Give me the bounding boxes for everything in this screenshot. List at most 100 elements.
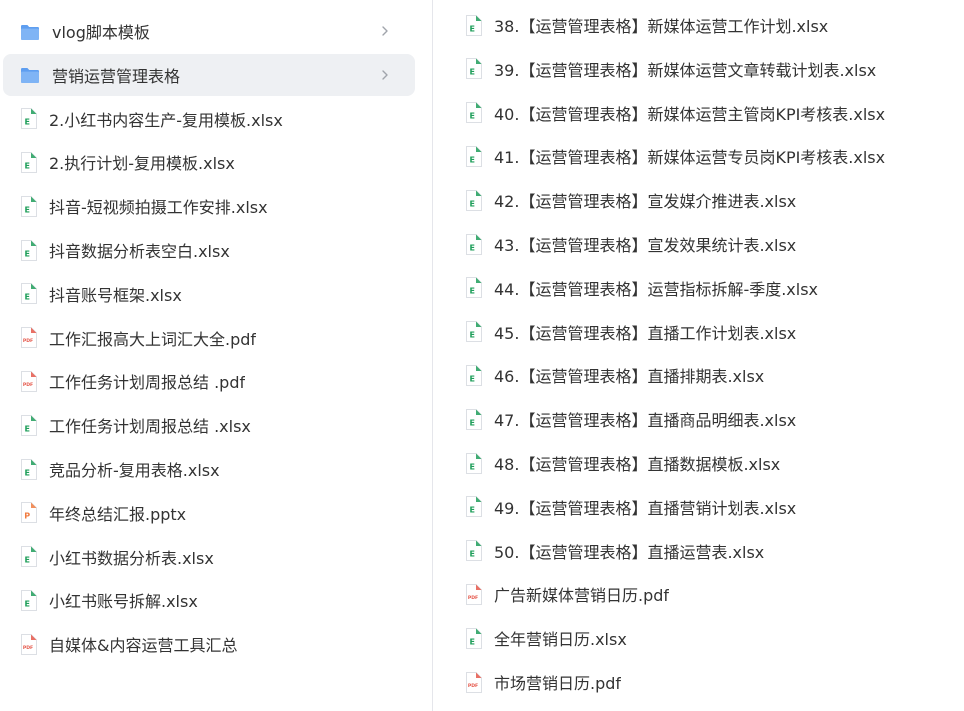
folder-item[interactable]: 营销运营管理表格 [3,53,415,96]
svg-text:PDF: PDF [23,645,33,651]
svg-text:E: E [24,556,29,565]
svg-text:E: E [24,249,29,258]
item-name: 市场营销日历.pdf [494,674,622,693]
item-name: 41.【运营管理表格】新媒体运营专员岗KPI考核表.xlsx [494,148,886,168]
item-name: 小红书数据分析表.xlsx [49,548,214,568]
xlsx-file-icon: E [465,627,482,649]
svg-text:E: E [24,599,29,608]
file-item[interactable]: E 49.【运营管理表格】直播营销计划表.xlsx [433,486,964,528]
svg-text:E: E [469,24,474,33]
pdf-file-icon: PDF [465,583,482,605]
item-name: 年终总结汇报.pptx [49,504,187,524]
file-item[interactable]: E 全年营销日历.xlsx [433,617,964,659]
svg-text:E: E [24,293,29,302]
file-item[interactable]: PDF 广告新媒体营销日历.pdf [433,573,964,615]
xlsx-file-icon: E [465,452,482,474]
file-item[interactable]: PDF 工作汇报高大上词汇大全.pdf [3,317,415,359]
file-item[interactable]: E 竞品分析-复用表格.xlsx [3,448,415,490]
folder-item[interactable]: vlog脚本模板 [3,10,415,52]
svg-text:E: E [469,331,474,340]
item-name: 2.小红书内容生产-复用模板.xlsx [49,110,283,130]
file-item[interactable]: E 41.【运营管理表格】新媒体运营专员岗KPI考核表.xlsx [433,135,964,177]
xlsx-file-icon: E [465,189,482,211]
xlsx-file-icon: E [465,145,482,167]
file-item[interactable]: E 2.执行计划-复用模板.xlsx [3,141,415,183]
file-item[interactable]: E 抖音-短视频拍摄工作安排.xlsx [3,185,415,227]
xlsx-file-icon: E [20,108,37,130]
item-name: 38.【运营管理表格】新媒体运营工作计划.xlsx [494,17,829,36]
svg-text:E: E [24,118,29,127]
svg-text:E: E [469,68,474,77]
xlsx-file-icon: E [465,408,482,430]
svg-text:PDF: PDF [23,382,33,388]
file-item[interactable]: E 39.【运营管理表格】新媒体运营文章转载计划表.xlsx [433,48,964,90]
svg-text:E: E [24,205,29,214]
file-item[interactable]: PDF 自媒体&内容运营工具汇总 [3,623,415,665]
svg-text:E: E [24,161,29,170]
chevron-right-icon[interactable] [379,23,391,37]
svg-text:PDF: PDF [468,683,478,689]
file-item[interactable]: E 46.【运营管理表格】直播排期表.xlsx [433,354,964,396]
item-name: 抖音-短视频拍摄工作安排.xlsx [49,198,268,218]
file-item[interactable]: E 2.小红书内容生产-复用模板.xlsx [3,98,415,140]
item-name: 48.【运营管理表格】直播数据模板.xlsx [494,455,781,474]
file-item[interactable]: E 小红书账号拆解.xlsx [3,579,415,621]
xlsx-file-icon: E [465,321,482,343]
svg-text:E: E [469,243,474,252]
file-item[interactable]: PDF 工作任务计划周报总结 .pdf [3,360,415,402]
xlsx-file-icon: E [465,102,482,124]
item-name: 49.【运营管理表格】直播营销计划表.xlsx [494,498,797,518]
xlsx-file-icon: E [20,151,37,173]
file-item[interactable]: E 44.【运营管理表格】运营指标拆解-季度.xlsx [433,267,964,309]
item-name: 2.执行计划-复用模板.xlsx [49,154,235,174]
item-name: 自媒体&内容运营工具汇总 [49,636,238,656]
xlsx-file-icon: E [465,364,482,386]
item-name: 工作汇报高大上词汇大全.pdf [49,329,257,349]
xlsx-file-icon: E [465,233,482,255]
file-item[interactable]: P 年终总结汇报.pptx [3,492,415,534]
xlsx-file-icon: E [465,58,482,80]
item-name: 竞品分析-复用表格.xlsx [49,461,220,480]
item-name: 全年营销日历.xlsx [494,630,627,650]
pptx-file-icon: P [20,502,37,524]
file-item[interactable]: E 抖音账号框架.xlsx [3,273,415,315]
svg-text:E: E [469,550,474,559]
file-item[interactable]: E 43.【运营管理表格】宣发效果统计表.xlsx [433,223,964,265]
item-name: 抖音账号框架.xlsx [49,285,182,305]
file-item[interactable]: E 50.【运营管理表格】直播运营表.xlsx [433,530,964,572]
file-item[interactable]: E 48.【运营管理表格】直播数据模板.xlsx [433,442,964,484]
svg-text:E: E [24,468,29,477]
item-name: 46.【运营管理表格】直播排期表.xlsx [494,367,765,387]
svg-text:E: E [469,418,474,427]
file-item[interactable]: E 40.【运营管理表格】新媒体运营主管岗KPI考核表.xlsx [433,92,964,134]
chevron-right-icon[interactable] [379,67,391,81]
svg-text:E: E [24,424,29,433]
svg-text:E: E [469,112,474,121]
item-name: 广告新媒体营销日历.pdf [494,586,670,606]
item-name: 43.【运营管理表格】宣发效果统计表.xlsx [494,236,797,255]
item-name: 工作任务计划周报总结 .xlsx [49,417,251,437]
xlsx-file-icon: E [20,239,37,261]
svg-text:P: P [24,512,30,521]
svg-text:E: E [469,199,474,208]
xlsx-file-icon: E [465,277,482,299]
file-item[interactable]: PDF 市场营销日历.pdf [433,661,964,703]
folder-icon [20,67,40,84]
svg-text:E: E [469,637,474,646]
file-item[interactable]: E 小红书数据分析表.xlsx [3,536,415,578]
item-name: 营销运营管理表格 [52,66,181,86]
xlsx-file-icon: E [20,589,37,611]
file-item[interactable]: E 工作任务计划周报总结 .xlsx [3,404,415,446]
xlsx-file-icon: E [20,414,37,436]
file-item[interactable]: E 42.【运营管理表格】宣发媒介推进表.xlsx [433,179,964,221]
file-item[interactable]: E 38.【运营管理表格】新媒体运营工作计划.xlsx [433,4,964,46]
svg-text:PDF: PDF [468,595,478,601]
pdf-file-icon: PDF [20,327,37,349]
file-item[interactable]: E 47.【运营管理表格】直播商品明细表.xlsx [433,398,964,440]
file-item[interactable]: E 45.【运营管理表格】直播工作计划表.xlsx [433,311,964,353]
pdf-file-icon: PDF [20,370,37,392]
item-name: 45.【运营管理表格】直播工作计划表.xlsx [494,323,797,343]
file-item[interactable]: E 抖音数据分析表空白.xlsx [3,229,415,271]
item-name: 44.【运营管理表格】运营指标拆解-季度.xlsx [494,279,819,299]
xlsx-file-icon: E [20,283,37,305]
